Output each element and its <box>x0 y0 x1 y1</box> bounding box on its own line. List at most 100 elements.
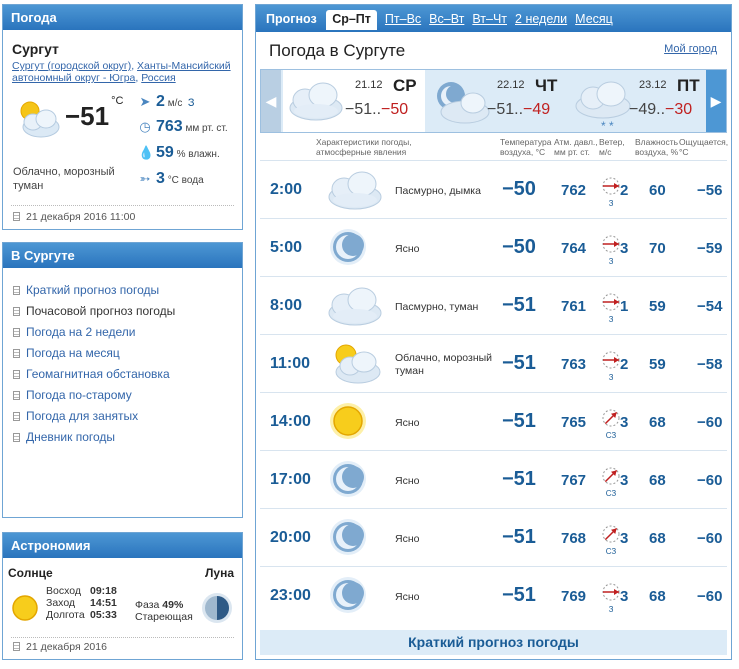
row-humidity: 68 <box>649 414 666 431</box>
region-link-district[interactable]: Сургут (городской округ) <box>12 60 131 72</box>
region-breadcrumb: Сургут (городской округ), Ханты-Мансийск… <box>12 60 231 84</box>
col-header-wind: Ветер, м/с <box>599 137 625 157</box>
row-pressure: 765 <box>561 414 587 431</box>
row-feels-like: −54 <box>697 298 723 315</box>
chevron-left-icon: ◀ <box>265 93 277 109</box>
row-temperature: −51 <box>502 294 536 316</box>
pressure-stat: ◷ 763 мм рт. ст. <box>139 118 228 135</box>
row-feels-like: −56 <box>697 182 723 199</box>
row-wind-speed: 3 <box>620 414 629 431</box>
short-forecast-link[interactable]: Краткий прогноз погоды <box>260 630 727 655</box>
day-temp-range: −51..−49 <box>487 101 551 118</box>
my-city-link[interactable]: Мой город <box>664 43 717 55</box>
sidebar-link-7[interactable]: Погода для занятых <box>13 406 242 427</box>
hourly-row: 17:00 Ясно −51 767 СЗ 3 68 −60 <box>260 450 727 508</box>
moon-icon <box>326 573 370 620</box>
row-pressure: 763 <box>561 356 587 373</box>
row-pressure: 768 <box>561 530 587 547</box>
forecast-tabs: Прогноз Ср–Пт Пт–Вс Вс–Вт Вт–Чт 2 недели Меся… <box>256 5 731 32</box>
city-name: Сургут <box>12 41 59 57</box>
tab-2[interactable]: Пт–Вс <box>385 12 421 26</box>
sunrise-time: 09:18 <box>90 585 117 597</box>
row-time: 17:00 <box>270 471 311 488</box>
row-feels-like: −59 <box>697 240 723 257</box>
sun-cloud-icon <box>13 97 63 144</box>
row-wind-speed: 3 <box>620 472 629 489</box>
day-temp-range: −49..−30 <box>629 101 693 118</box>
row-wind-speed: 1 <box>620 298 629 315</box>
hourly-row: 23:00 Ясно −51 769 З 3 68 −60 <box>260 566 727 624</box>
hourly-row: 2:00 Пасмурно, дымка −50 762 З 2 60 −56 <box>260 160 727 218</box>
document-icon <box>13 642 20 651</box>
day-weekday: ПТ <box>677 76 700 95</box>
row-description: Ясно <box>395 243 420 255</box>
row-description: Ясно <box>395 417 420 429</box>
row-pressure: 764 <box>561 240 587 257</box>
sun-cloud-icon <box>326 341 384 390</box>
row-wind-speed: 3 <box>620 588 629 605</box>
document-icon <box>13 286 20 295</box>
row-temperature: −51 <box>502 584 536 606</box>
prev-day-arrow[interactable]: ◀ <box>261 70 281 132</box>
document-icon <box>13 391 20 400</box>
row-temperature: −50 <box>502 236 536 258</box>
day-card[interactable]: * * 23.12 ПТ −49..−30 <box>567 70 709 133</box>
row-temperature: −51 <box>502 526 536 548</box>
wind-direction-icon: СЗ <box>600 465 622 502</box>
sidebar-link-5[interactable]: Геомагнитная обстановка <box>13 364 242 385</box>
row-time: 2:00 <box>270 181 303 198</box>
moon-label: Луна <box>204 566 234 580</box>
wind-direction-icon: З <box>600 291 622 328</box>
barometer-icon: ◷ <box>139 119 151 134</box>
sidebar-link-4[interactable]: Погода на месяц <box>13 343 242 364</box>
row-time: 5:00 <box>270 239 303 256</box>
tab-1[interactable]: Ср–Пт <box>326 10 377 30</box>
sun-label: Солнце <box>8 566 53 580</box>
row-temperature: −51 <box>502 468 536 490</box>
document-icon <box>13 328 20 337</box>
region-link-country[interactable]: Россия <box>141 72 175 84</box>
water-drop-icon: 💧 <box>138 145 155 160</box>
row-pressure: 761 <box>561 298 587 315</box>
wind-direction-icon: З <box>600 581 622 618</box>
svg-text:СЗ: СЗ <box>606 489 617 498</box>
astronomy-panel: Астрономия Солнце Луна Восход 09:18 Заход… <box>2 532 243 660</box>
tab-3[interactable]: Вс–Вт <box>429 12 464 26</box>
tab-4[interactable]: Вт–Чт <box>472 12 507 26</box>
day-date: 21.12 <box>355 79 383 91</box>
row-feels-like: −60 <box>697 472 723 489</box>
sunset-time: 14:51 <box>90 597 117 609</box>
tab-5[interactable]: 2 недели <box>515 12 567 26</box>
day-card[interactable]: 22.12 ЧТ −51..−49 <box>425 70 567 132</box>
fish-icon: ➳ <box>139 171 151 186</box>
row-humidity: 59 <box>649 298 666 315</box>
hourly-row: 5:00 Ясно −50 764 З 3 70 −59 <box>260 218 727 276</box>
row-description: Пасмурно, туман <box>395 301 479 313</box>
svg-text:СЗ: СЗ <box>606 547 617 556</box>
row-humidity: 60 <box>649 182 666 199</box>
sidebar-link-6[interactable]: Погода по-старому <box>13 385 242 406</box>
document-icon <box>13 370 20 379</box>
row-humidity: 68 <box>649 472 666 489</box>
half-moon-icon <box>199 591 235 628</box>
row-temperature: −51 <box>502 352 536 374</box>
row-wind-speed: 2 <box>620 356 629 373</box>
overcast-cloud-icon <box>326 283 384 332</box>
hourly-row: 20:00 Ясно −51 768 СЗ 3 68 −60 <box>260 508 727 566</box>
row-wind-speed: 2 <box>620 182 629 199</box>
row-description: Пасмурно, дымка <box>395 185 481 197</box>
sidebar-link-1[interactable]: Краткий прогноз погоды <box>13 280 242 301</box>
svg-text:З: З <box>609 605 614 614</box>
sidebar-link-2[interactable]: Почасовой прогноз погоды <box>13 301 242 322</box>
document-icon <box>13 433 20 442</box>
row-time: 11:00 <box>270 355 311 372</box>
divider <box>11 637 234 638</box>
row-humidity: 68 <box>649 588 666 605</box>
next-day-arrow[interactable]: ▶ <box>706 70 726 132</box>
row-pressure: 762 <box>561 182 587 199</box>
astro-date: 21 декабря 2016 <box>13 641 107 653</box>
tab-6[interactable]: Месяц <box>575 12 613 26</box>
sidebar-link-8[interactable]: Дневник погоды <box>13 427 242 448</box>
sidebar-link-3[interactable]: Погода на 2 недели <box>13 322 242 343</box>
day-card[interactable]: 21.12 СР −51..−50 <box>283 70 425 132</box>
